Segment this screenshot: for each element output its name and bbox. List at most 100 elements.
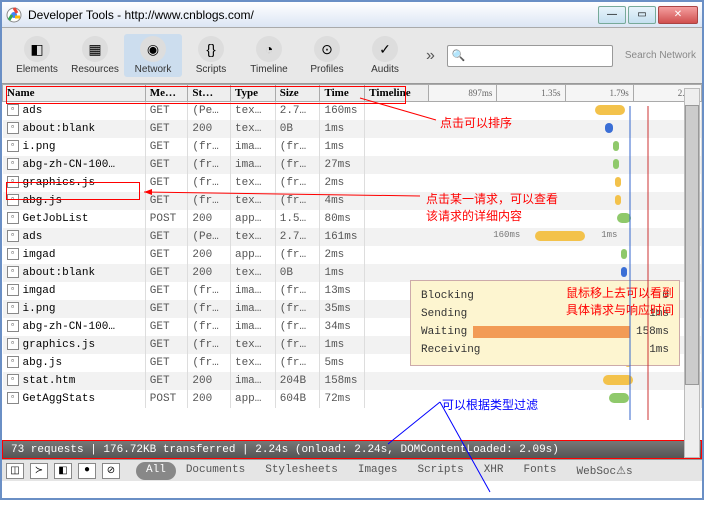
request-row[interactable]: ▫about:blankGET200tex…0B1ms [3,264,702,282]
col-name[interactable]: Name [3,85,146,102]
request-row[interactable]: ▫i.pngGET(fr…ima…(fr…1ms [3,138,702,156]
filter-all[interactable]: All [136,462,176,480]
timing-bar[interactable] [609,393,629,403]
undock-icon[interactable]: ◧ [54,463,72,479]
col-timeline[interactable]: Timeline [365,85,429,102]
file-icon: ▫ [7,230,19,242]
filter-xhr[interactable]: XHR [474,462,514,480]
dock-icon[interactable]: ◫ [6,463,24,479]
tool-elements[interactable]: ◧ Elements [8,34,66,77]
request-row[interactable]: ▫GetAggStatsPOST200app…604B72ms [3,390,702,408]
col-me[interactable]: Me… [145,85,188,102]
tooltip-row: Waiting158ms [421,323,669,341]
file-icon: ▫ [7,122,19,134]
timing-bar[interactable] [617,213,631,223]
timeline-tick: 897ms [429,85,497,102]
request-row[interactable]: ▫adsGET(Pe…tex…2.7…161ms160ms1ms [3,228,702,246]
tool-label: Audits [371,64,399,75]
filter-documents[interactable]: Documents [176,462,255,480]
main-toolbar: ◧ Elements ▦ Resources ◉ Network {} Scripts ◔ Tim… [2,28,702,84]
timing-bar[interactable] [603,375,633,385]
more-panels-icon[interactable]: » [418,47,443,65]
request-row[interactable]: ▫stat.htmGET200ima…204B158ms [3,372,702,390]
file-icon: ▫ [7,284,19,296]
console-icon[interactable]: ≻ [30,463,48,479]
timing-bar[interactable] [621,267,627,277]
audits-icon: ✓ [372,36,398,62]
timing-bar[interactable] [615,177,621,187]
footer-toolbar: ◫ ≻ ◧ ● ⊘ AllDocumentsStylesheetsImagesS… [2,459,702,481]
timing-bar[interactable] [605,123,613,133]
file-icon: ▫ [7,302,19,314]
tool-label: Resources [71,64,119,75]
file-icon: ▫ [7,266,19,278]
request-row[interactable]: ▫about:blankGET200tex…0B1ms [3,120,702,138]
scroll-thumb[interactable] [685,105,699,385]
timing-bar[interactable] [595,105,625,115]
filter-scripts[interactable]: Scripts [407,462,473,480]
request-row[interactable]: ▫imgadGET200app…(fr…2ms [3,246,702,264]
file-icon: ▫ [7,104,19,116]
tool-resources[interactable]: ▦ Resources [66,34,124,77]
timing-bar[interactable] [621,249,627,259]
request-row[interactable]: ▫graphics.jsGET(fr…tex…(fr…2ms [3,174,702,192]
filter-websoc⚠s[interactable]: WebSoc⚠s [567,462,643,480]
search-input[interactable] [466,50,608,62]
vertical-scrollbar[interactable] [684,88,700,458]
maximize-button[interactable]: ▭ [628,6,656,24]
devtools-window: Developer Tools - http://www.cnblogs.com… [0,0,704,500]
clear-icon[interactable]: ⊘ [102,463,120,479]
window-title: Developer Tools - http://www.cnblogs.com… [28,8,598,22]
tool-profiles[interactable]: ⊙ Profiles [298,34,356,77]
resources-icon: ▦ [82,36,108,62]
tooltip-row: Blocking0 [421,287,669,305]
elements-icon: ◧ [24,36,50,62]
network-icon: ◉ [140,36,166,62]
tool-label: Elements [16,64,58,75]
timing-bar[interactable] [615,195,621,205]
filter-stylesheets[interactable]: Stylesheets [255,462,348,480]
request-row[interactable]: ▫abg-zh-CN-100…GET(fr…ima…(fr…27ms [3,156,702,174]
timeline-tick: 1.79s [565,85,633,102]
status-bar: 73 requests | 176.72KB transferred | 2.2… [2,440,702,459]
column-headers[interactable]: NameMe…St…TypeSizeTimeTimeline897ms1.35s… [3,85,702,102]
timing-bar[interactable] [613,159,619,169]
tool-network[interactable]: ◉ Network [124,34,182,77]
tool-label: Network [135,64,172,75]
filter-fonts[interactable]: Fonts [514,462,567,480]
file-icon: ▫ [7,320,19,332]
file-icon: ▫ [7,356,19,368]
request-row[interactable]: ▫GetJobListPOST200app…1.5…80ms [3,210,702,228]
file-icon: ▫ [7,392,19,404]
timing-tooltip: Blocking0Sending1msWaiting158msReceiving… [410,280,680,366]
tool-label: Timeline [250,64,287,75]
tool-scripts[interactable]: {} Scripts [182,34,240,77]
search-box[interactable]: 🔍 [447,45,613,67]
file-icon: ▫ [7,194,19,206]
col-time[interactable]: Time [320,85,365,102]
request-row[interactable]: ▫abg.jsGET(fr…tex…(fr…4ms [3,192,702,210]
profiles-icon: ⊙ [314,36,340,62]
col-size[interactable]: Size [275,85,320,102]
filter-images[interactable]: Images [348,462,408,480]
record-icon[interactable]: ● [78,463,96,479]
scripts-icon: {} [198,36,224,62]
minimize-button[interactable]: — [598,6,626,24]
search-icon: 🔍 [452,49,466,62]
tool-label: Scripts [196,64,227,75]
timing-bar[interactable] [535,231,585,241]
filter-bar: AllDocumentsStylesheetsImagesScriptsXHRF… [136,462,643,480]
timeline-icon: ◔ [256,36,282,62]
tool-label: Profiles [310,64,343,75]
tooltip-row: Receiving1ms [421,341,669,359]
tooltip-row: Sending1ms [421,305,669,323]
timeline-tick: 1.35s [497,85,565,102]
col-type[interactable]: Type [230,85,275,102]
tool-timeline[interactable]: ◔ Timeline [240,34,298,77]
tool-audits[interactable]: ✓ Audits [356,34,414,77]
col-st[interactable]: St… [188,85,231,102]
timing-bar[interactable] [613,141,619,151]
titlebar[interactable]: Developer Tools - http://www.cnblogs.com… [2,2,702,28]
request-row[interactable]: ▫adsGET(Pe…tex…2.7…160ms [3,102,702,120]
close-button[interactable]: ✕ [658,6,698,24]
